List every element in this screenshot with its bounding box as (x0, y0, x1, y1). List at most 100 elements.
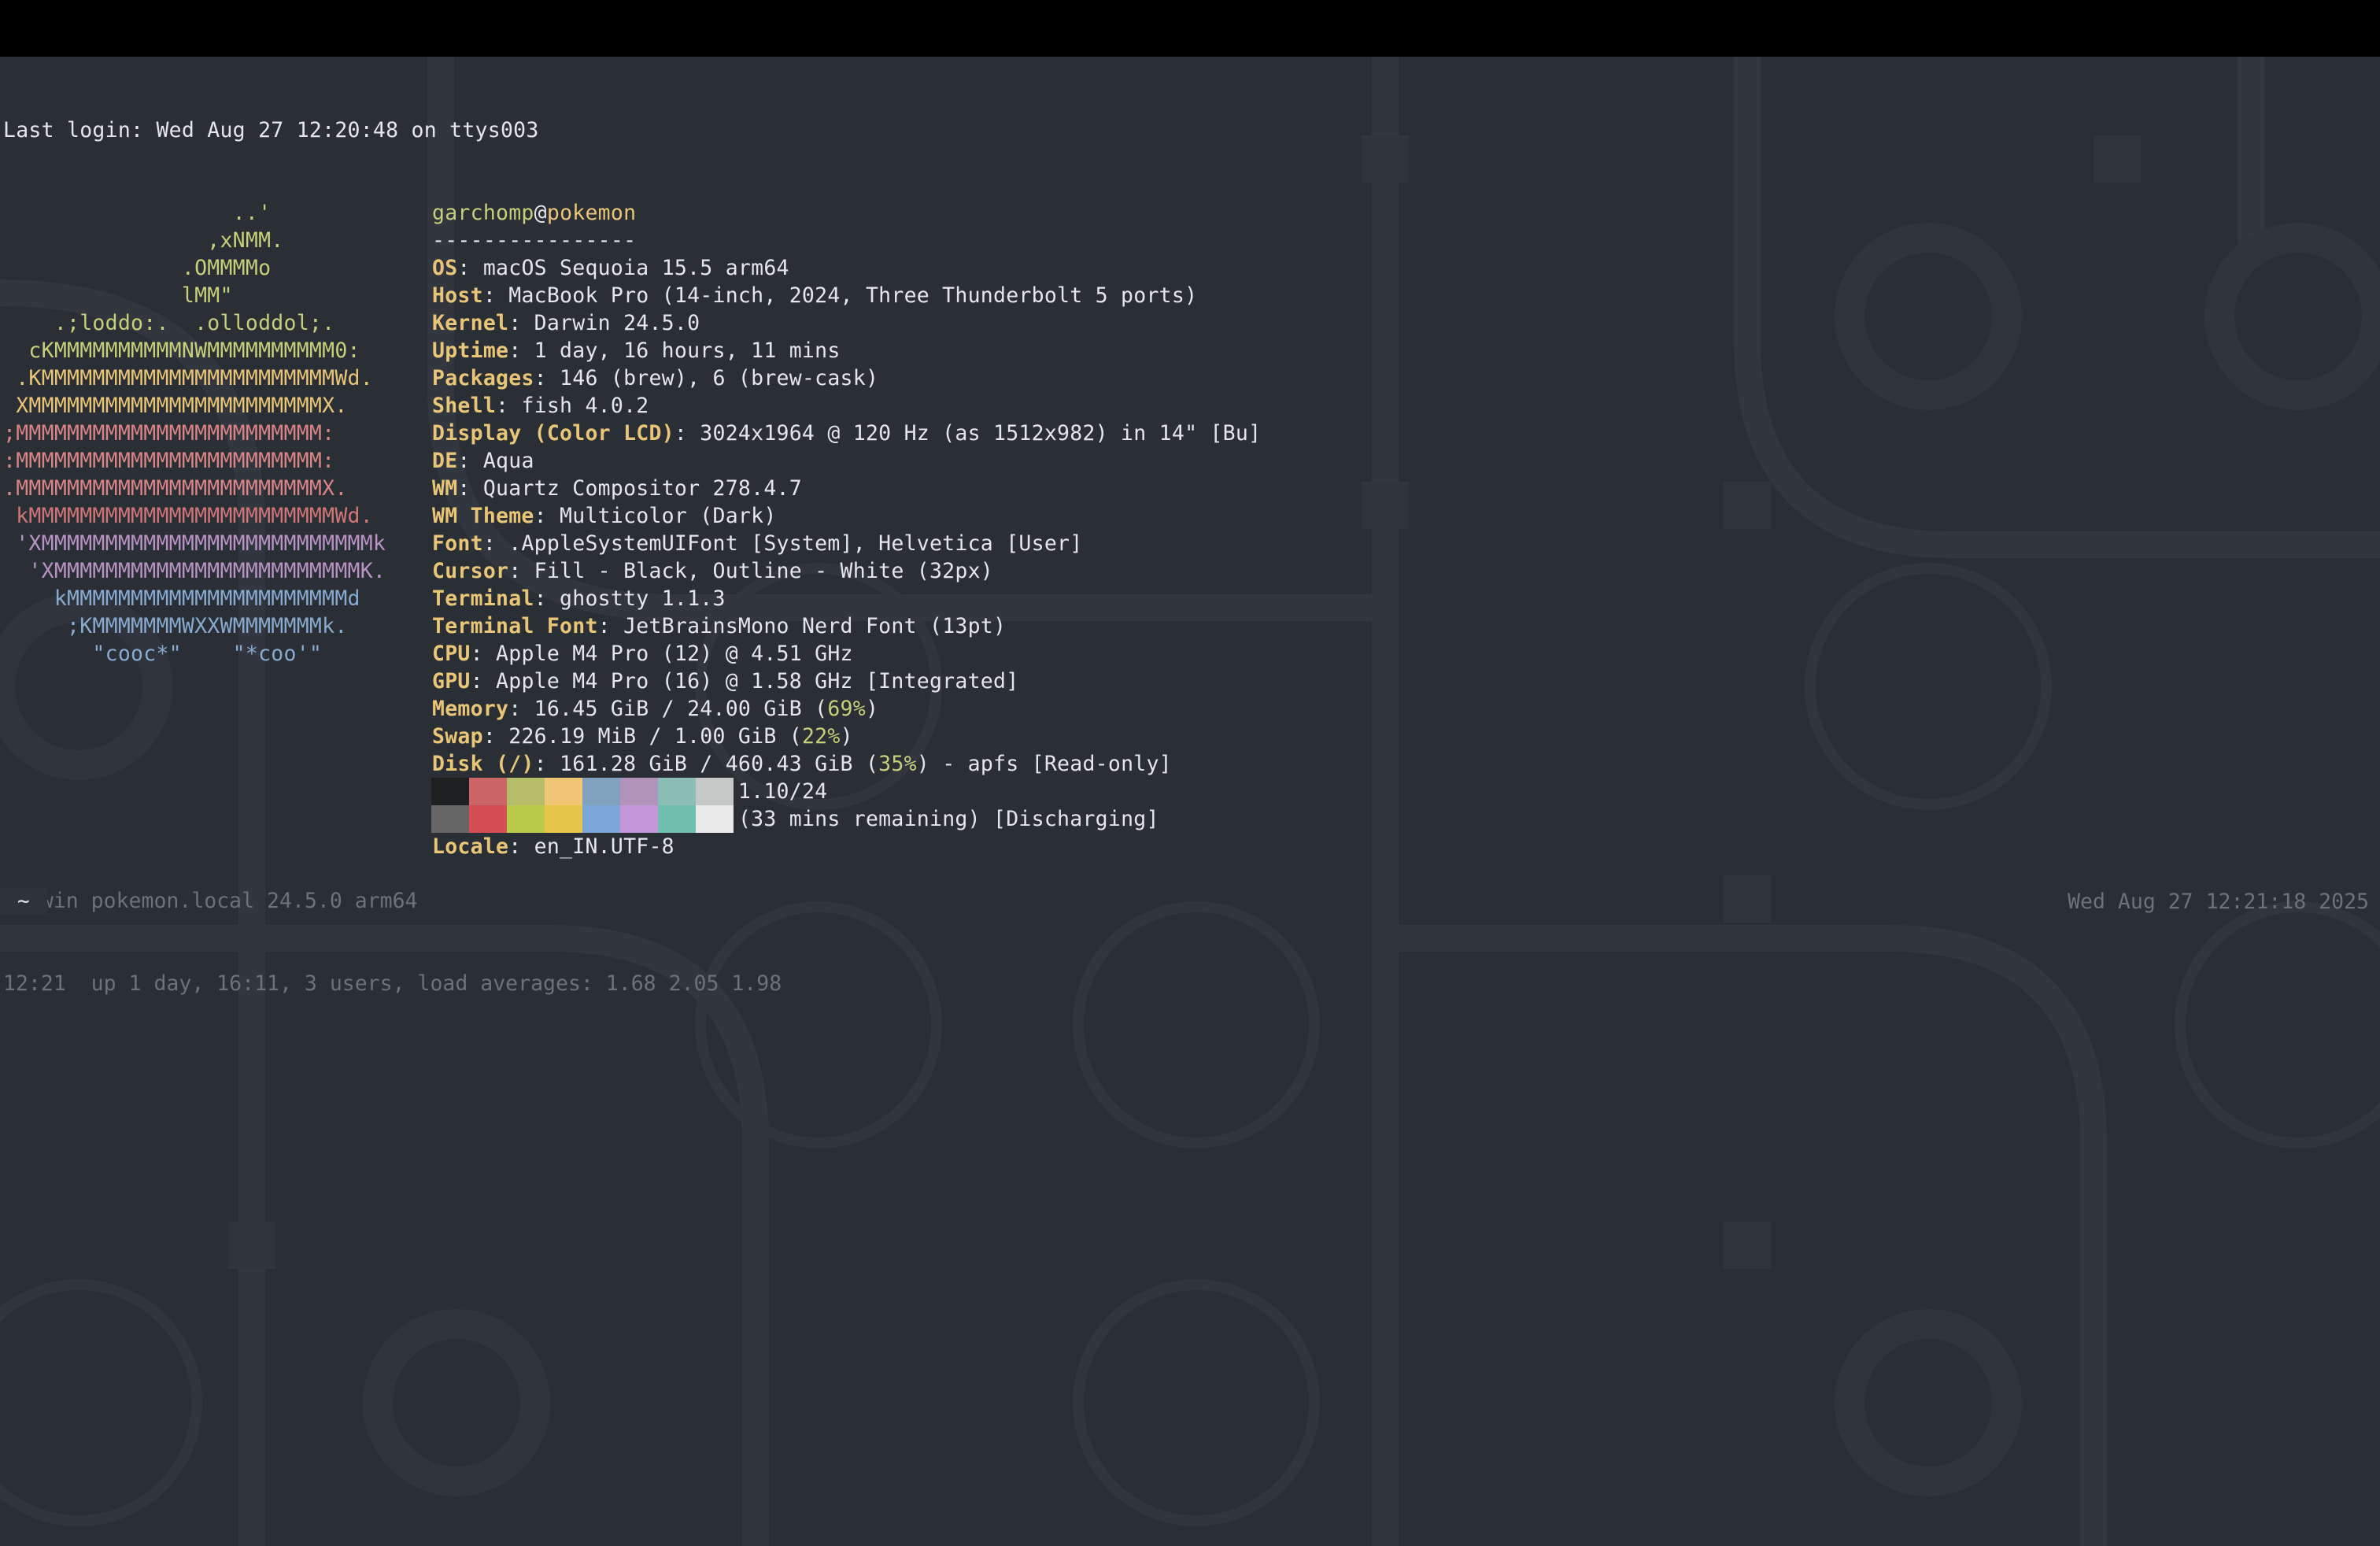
info-value: : 3024x1964 @ 120 Hz (as 1512x982) in 14… (674, 421, 1262, 446)
fastfetch-row: ,xNMM. ---------------- (3, 227, 1261, 254)
fastfetch-row: .KMMMMMMMMMMMMMMMMMMMMMMMWd. Packages: 14… (3, 364, 1261, 392)
palette-swatch (507, 805, 545, 833)
separator: ---------------- (432, 228, 637, 253)
fastfetch-row: .MMMMMMMMMMMMMMMMMMMMMMMMX. WM: Quartz Co… (3, 475, 1261, 502)
logo-line (3, 778, 432, 805)
palette-swatch (696, 778, 734, 805)
logo-line: .OMMMMo (3, 256, 272, 280)
palette-swatch (658, 805, 696, 833)
info-value: : macOS Sequoia 15.5 arm64 (457, 256, 789, 280)
right-prompt-clock: Wed Aug 27 12:21:18 2025 (2068, 890, 2369, 914)
info-tail: ) - apfs [Read-only] (916, 752, 1172, 776)
info-line: Memory: 16.45 GiB / 24.00 GiB (69%) (432, 695, 1261, 723)
logo-line: .MMMMMMMMMMMMMMMMMMMMMMMMX. (3, 476, 348, 501)
logo-line: ;KMMMMMMMWXXWMMMMMMMk. (3, 614, 348, 638)
fastfetch-row: 'XMMMMMMMMMMMMMMMMMMMMMMMMMMk Font: .Appl… (3, 530, 1261, 557)
info-key: Packages (432, 366, 534, 390)
info-value: : Aqua (457, 449, 534, 473)
info-line: Cursor: Fill - Black, Outline - White (3… (432, 557, 1261, 585)
info-percent: 35% (878, 752, 917, 776)
info-line: Terminal Font: JetBrainsMono Nerd Font (… (432, 612, 1261, 640)
info-line: Shell: fish 4.0.2 (432, 392, 1261, 420)
terminal-output: Last login: Wed Aug 27 12:20:48 on ttys0… (3, 61, 1261, 888)
logo-line (3, 805, 432, 833)
palette-swatch (469, 805, 507, 833)
fastfetch-row: ;MMMMMMMMMMMMMMMMMMMMMMMM: Display (Color… (3, 420, 1261, 447)
fastfetch-row: Swap: 226.19 MiB / 1.00 GiB (22%) (3, 723, 1261, 750)
color-palette (431, 778, 734, 833)
uname-line: Darwin pokemon.local 24.5.0 arm64 (3, 889, 418, 913)
logo-line: 'XMMMMMMMMMMMMMMMMMMMMMMMMK. (3, 559, 386, 583)
info-tail: ) (865, 697, 879, 721)
at-sign: @ (534, 201, 547, 225)
info-line: WM Theme: Multicolor (Dark) (432, 502, 1261, 530)
palette-swatch (696, 805, 734, 833)
info-key: Memory (432, 697, 509, 721)
logo-line: cKMMMMMMMMMMNWMMMMMMMMMM0: (3, 338, 360, 363)
fastfetch-row: cKMMMMMMMMMMNWMMMMMMMMMM0: Uptime: 1 day,… (3, 337, 1261, 364)
logo-line: .;loddo:. .olloddol;. (3, 311, 335, 335)
info-value: : Apple M4 Pro (16) @ 1.58 GHz [Integrat… (470, 669, 1019, 693)
info-key: Kernel (432, 311, 509, 335)
menu-bar (0, 0, 2380, 57)
logo-line: kMMMMMMMMMMMMMMMMMMMMMMd (3, 586, 360, 611)
fastfetch-row: kMMMMMMMMMMMMMMMMMMMMMMMMWd. WM Theme: Mu… (3, 502, 1261, 530)
info-line: Font: .AppleSystemUIFont [System], Helve… (432, 530, 1261, 557)
info-line: Host: MacBook Pro (14-inch, 2024, Three … (432, 282, 1261, 309)
info-line: OS: macOS Sequoia 15.5 arm64 (432, 254, 1261, 282)
logo-line: ;MMMMMMMMMMMMMMMMMMMMMMMM: (3, 421, 335, 446)
info-value: : Fill - Black, Outline - White (32px) (508, 559, 993, 583)
info-tail: ) (840, 724, 853, 749)
hostname: pokemon (546, 201, 637, 225)
info-value: : Quartz Compositor 278.4.7 (457, 476, 802, 501)
info-tail: (33 mins remaining) [Discharging] (725, 807, 1159, 831)
info-key: Terminal Font (432, 614, 598, 638)
info-key: WM Theme (432, 504, 534, 528)
palette-swatch (545, 778, 582, 805)
logo-line: ..' (3, 201, 272, 225)
fastfetch-row: Memory: 16.45 GiB / 24.00 GiB (69%) (3, 695, 1261, 723)
info-value: : Darwin 24.5.0 (508, 311, 700, 335)
logo-line (3, 668, 432, 695)
fastfetch-row: ..' garchomp@pokemon (3, 199, 1261, 227)
info-line: Display (Color LCD): 3024x1964 @ 120 Hz … (432, 420, 1261, 447)
info-key: OS (432, 256, 458, 280)
logo-line: :MMMMMMMMMMMMMMMMMMMMMMMM: (3, 449, 335, 473)
logo-line: lMM" (3, 283, 233, 308)
palette-swatch (620, 805, 658, 833)
info-value: : 146 (brew), 6 (brew-cask) (534, 366, 879, 390)
info-key: WM (432, 476, 458, 501)
fastfetch-row: XMMMMMMMMMMMMMMMMMMMMMMMX. Shell: fish 4.… (3, 392, 1261, 420)
info-key: Swap (432, 724, 483, 749)
info-value: : JetBrainsMono Nerd Font (13pt) (597, 614, 1007, 638)
fastfetch-row: .OMMMMo OS: macOS Sequoia 15.5 arm64 (3, 254, 1261, 282)
info-value: : 16.45 GiB / 24.00 GiB ( (508, 697, 828, 721)
info-value: : MacBook Pro (14-inch, 2024, Three Thun… (482, 283, 1198, 308)
palette-swatch (582, 778, 620, 805)
shell-prompt[interactable]: ~ (0, 888, 47, 915)
info-line: GPU: Apple M4 Pro (16) @ 1.58 GHz [Integ… (432, 668, 1261, 695)
info-line: Swap: 226.19 MiB / 1.00 GiB (22%) (432, 723, 1261, 750)
info-line: Uptime: 1 day, 16 hours, 11 mins (432, 337, 1261, 364)
info-key: Display (Color LCD) (432, 421, 674, 446)
info-value: : Apple M4 Pro (12) @ 4.51 GHz (470, 642, 853, 666)
info-percent: 69% (827, 697, 866, 721)
fastfetch-row: ;KMMMMMMMWXXWMMMMMMMk. Terminal Font: Jet… (3, 612, 1261, 640)
info-key: Uptime (432, 338, 509, 363)
fastfetch-row: .;loddo:. .olloddol;. Kernel: Darwin 24.5… (3, 309, 1261, 337)
fastfetch-row: 'XMMMMMMMMMMMMMMMMMMMMMMMMK. Cursor: Fill… (3, 557, 1261, 585)
info-key: Host (432, 283, 483, 308)
info-key: Cursor (432, 559, 509, 583)
system-summary: Darwin pokemon.local 24.5.0 arm64 12:21 … (3, 832, 782, 1025)
fastfetch-row: kMMMMMMMMMMMMMMMMMMMMMMd Terminal: ghostt… (3, 585, 1261, 612)
info-value: : 226.19 MiB / 1.00 GiB ( (482, 724, 802, 749)
info-line: DE: Aqua (432, 447, 1261, 475)
fastfetch-row: "cooc*" "*coo'" CPU: Apple M4 Pro (12) @ … (3, 640, 1261, 668)
logo-line (3, 750, 432, 778)
info-key: Shell (432, 394, 497, 418)
logo-line: kMMMMMMMMMMMMMMMMMMMMMMMMWd. (3, 504, 373, 528)
palette-swatch (507, 778, 545, 805)
info-key: CPU (432, 642, 471, 666)
info-percent: 22% (801, 724, 841, 749)
info-value: : 161.28 GiB / 460.43 GiB ( (534, 752, 879, 776)
